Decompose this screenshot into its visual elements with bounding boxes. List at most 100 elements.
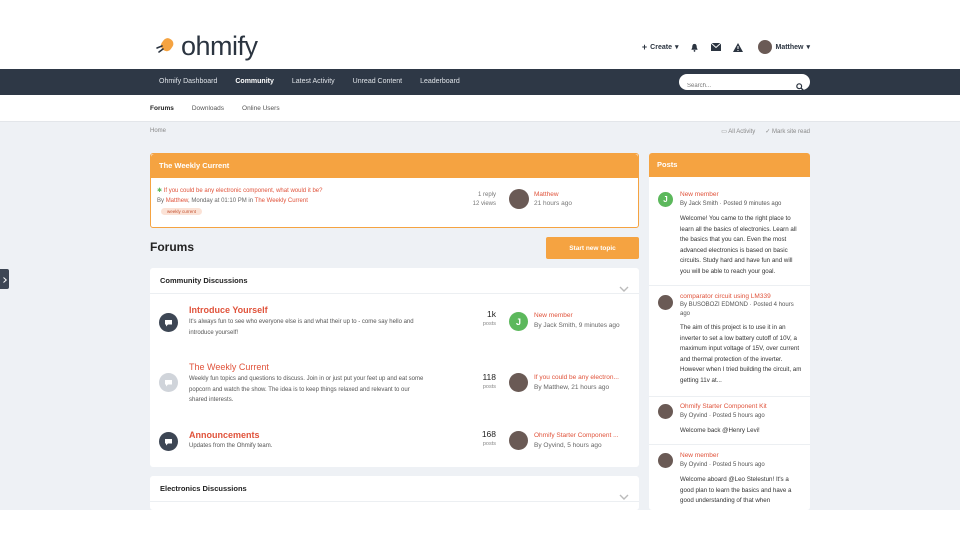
post-count-label: posts <box>482 321 496 327</box>
avatar[interactable] <box>509 373 528 392</box>
site-logo[interactable]: ohmify <box>155 31 258 62</box>
post-count-value: 168 <box>481 429 496 439</box>
sidebar-toggle[interactable] <box>0 269 9 289</box>
post-meta: By Oyvind · Posted 5 hours ago <box>680 462 765 468</box>
reply-count: 1 reply <box>477 192 496 198</box>
post-count-label: posts <box>482 384 496 390</box>
weekly-topic-title: If you could be any electronic component… <box>163 188 323 194</box>
topic-date: , Monday at 01:10 PM in <box>188 198 254 204</box>
main-navbar: Ohmify Dashboard Community Latest Activi… <box>0 69 960 95</box>
page-title: Forums <box>150 240 195 254</box>
forum-description: It's always fun to see who everyone else… <box>189 319 414 336</box>
envelope-icon[interactable] <box>710 41 722 53</box>
post-count-value: 118 <box>482 372 496 382</box>
create-label: Create <box>650 43 672 51</box>
forum-description: Updates from the Ohmify team. <box>189 443 273 449</box>
post-count: 1k posts <box>450 309 496 327</box>
category-electronics-discussions: Electronics Discussions <box>150 476 639 510</box>
logo-text: ohmify <box>181 31 258 61</box>
subnav-forums[interactable]: Forums <box>150 95 174 122</box>
post-title-link[interactable]: comparator circuit using LM339 <box>680 293 805 300</box>
last-post-meta: By Jack Smith, 9 minutes ago <box>534 322 620 329</box>
avatar[interactable] <box>509 431 528 450</box>
pin-icon: ✱ <box>157 188 163 194</box>
post-item: comparator circuit using LM339 By BUSOBO… <box>649 290 810 397</box>
last-post-link[interactable]: New member <box>534 311 634 321</box>
subnav-downloads[interactable]: Downloads <box>192 95 224 122</box>
chat-bubble-icon <box>159 432 178 451</box>
forum-title-link[interactable]: Introduce Yourself <box>189 305 268 315</box>
category-title: Community Discussions <box>160 276 248 285</box>
post-count: 168 posts <box>450 429 496 447</box>
plus-icon: + <box>641 42 648 52</box>
post-count-value: 1k <box>487 309 496 319</box>
last-poster-link[interactable]: Matthew <box>534 191 559 198</box>
category-header[interactable]: Community Discussions <box>150 268 639 294</box>
nav-item-dashboard[interactable]: Ohmify Dashboard <box>150 69 226 95</box>
post-title-link[interactable]: New member <box>680 452 805 459</box>
chevron-down-icon: ▾ <box>674 44 679 51</box>
bell-icon[interactable] <box>688 41 700 53</box>
chevron-down-icon: ▾ <box>806 44 810 51</box>
by-prefix: By <box>157 198 165 204</box>
post-title-link[interactable]: Ohmify Starter Component Kit <box>680 403 805 410</box>
all-activity-link[interactable]: ▭ All Activity <box>721 128 755 135</box>
last-post-link[interactable]: If you could be any electron... <box>534 373 634 383</box>
search-box <box>679 74 810 94</box>
avatar <box>758 40 773 54</box>
search-input[interactable] <box>679 78 784 94</box>
chat-bubble-icon <box>159 313 178 332</box>
widget-title: The Weekly Current <box>151 154 638 178</box>
user-menu[interactable]: Matthew ▾ <box>758 40 810 54</box>
post-meta: By Oyvind · Posted 5 hours ago <box>680 413 765 419</box>
last-post-link[interactable]: Ohmify Starter Component ... <box>534 431 634 441</box>
mark-read-link[interactable]: ✓ Mark site read <box>765 128 810 135</box>
topic-tag[interactable]: weekly current <box>161 208 203 215</box>
last-post-meta: By Matthew, 21 hours ago <box>534 384 610 391</box>
create-menu[interactable]: + Create ▾ <box>642 42 679 52</box>
avatar[interactable] <box>658 404 673 419</box>
page-actions: ▭ All Activity ✓ Mark site read <box>721 128 810 135</box>
avatar[interactable] <box>658 453 673 468</box>
forum-row: The Weekly Current Weekly fun topics and… <box>150 351 639 419</box>
avatar[interactable]: J <box>509 312 528 331</box>
post-item: New member By Oyvind · Posted 5 hours ag… <box>649 450 810 510</box>
nav-item-leaderboard[interactable]: Leaderboard <box>411 69 469 95</box>
user-bar: + Create ▾ Matthew ▾ <box>642 40 810 54</box>
category-header[interactable]: Electronics Discussions <box>150 476 639 502</box>
category-title: Electronics Discussions <box>160 484 247 493</box>
view-count: 12 views <box>472 201 496 207</box>
all-activity-label: All Activity <box>728 129 756 135</box>
nav-item-latest-activity[interactable]: Latest Activity <box>283 69 344 95</box>
chevron-down-icon[interactable] <box>619 485 629 511</box>
post-count: 118 posts <box>450 372 496 390</box>
nav-item-community[interactable]: Community <box>226 69 283 95</box>
post-item: J New member By Jack Smith · Posted 9 mi… <box>649 189 810 286</box>
breadcrumb[interactable]: Home <box>150 128 166 134</box>
avatar[interactable] <box>658 295 673 310</box>
nav-item-unread-content[interactable]: Unread Content <box>344 69 411 95</box>
logo-bolt-icon <box>155 33 177 60</box>
subnav-online-users[interactable]: Online Users <box>242 95 280 122</box>
avatar[interactable] <box>509 189 529 209</box>
avatar[interactable]: J <box>658 192 673 207</box>
username: Matthew <box>775 43 804 51</box>
post-excerpt: The aim of this project is to use it in … <box>680 324 802 384</box>
search-icon[interactable] <box>796 78 804 96</box>
chat-bubble-icon <box>159 373 178 392</box>
check-icon: ✓ <box>765 129 771 135</box>
post-excerpt: Welcome back @Henry Levi! <box>680 427 760 434</box>
last-post-info: New member By Jack Smith, 9 minutes ago <box>534 311 634 331</box>
start-new-topic-button[interactable]: Start new topic <box>546 237 639 259</box>
last-post-info: Ohmify Starter Component ... By Oyvind, … <box>534 431 634 451</box>
weekly-current-widget: The Weekly Current ✱ If you could be any… <box>150 153 639 228</box>
post-title-link[interactable]: New member <box>680 191 805 198</box>
forum-title-link[interactable]: Announcements <box>189 430 260 440</box>
mark-read-label: Mark site read <box>771 129 810 135</box>
weekly-topic-link[interactable]: ✱ If you could be any electronic compone… <box>157 187 322 194</box>
author-link[interactable]: Matthew <box>166 198 188 204</box>
warning-icon[interactable] <box>732 41 744 53</box>
chevron-right-icon <box>2 270 7 288</box>
forum-title-link[interactable]: The Weekly Current <box>189 362 269 372</box>
forum-link[interactable]: The Weekly Current <box>255 198 308 204</box>
